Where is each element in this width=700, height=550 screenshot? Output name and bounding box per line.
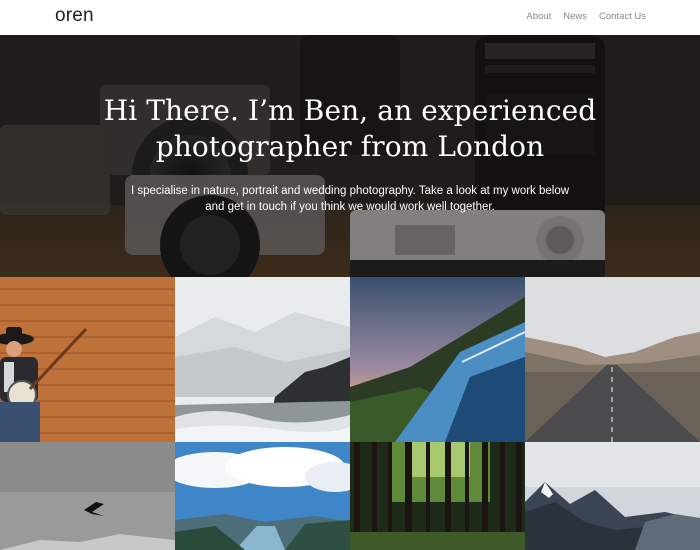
hero-banner: Hi There. I’m Ben, an experienced photog… [0, 35, 700, 277]
main-nav: About News Contact Us [526, 11, 646, 22]
banjo-player-photo [0, 277, 175, 442]
snowy-mountains-photo [525, 442, 700, 550]
pine-forest-photo [350, 442, 525, 550]
gallery-tile-snowy-mountains[interactable] [525, 442, 700, 550]
gallery-tile-banjo-player[interactable] [0, 277, 175, 442]
gallery-tile-pine-forest[interactable] [350, 442, 525, 550]
gallery-tile-fjord-valley[interactable] [175, 442, 350, 550]
misty-coast-photo [175, 277, 350, 442]
nav-link-about[interactable]: About [526, 11, 551, 22]
photo-gallery [0, 277, 700, 550]
hero-subtitle: I specialise in nature, portrait and wed… [120, 183, 580, 215]
sunset-road-photo [350, 277, 525, 442]
hero-title: Hi There. I’m Ben, an experienced photog… [0, 93, 700, 165]
gallery-tile-bird-in-fog[interactable] [0, 442, 175, 550]
nav-link-contact[interactable]: Contact Us [599, 11, 646, 22]
site-logo[interactable]: oren [55, 5, 94, 27]
bird-in-fog-photo [0, 442, 175, 550]
nav-link-news[interactable]: News [563, 11, 587, 22]
hero-subtitle-line-1: I specialise in nature, portrait and wed… [130, 185, 570, 197]
desert-highway-photo [525, 277, 700, 442]
fjord-valley-photo [175, 442, 350, 550]
gallery-tile-misty-coast[interactable] [175, 277, 350, 442]
hero-title-line-2: photographer from London [155, 130, 545, 163]
gallery-tile-desert-highway[interactable] [525, 277, 700, 442]
site-header: oren About News Contact Us [0, 0, 700, 35]
hero-subtitle-line-2: and get in touch if you think we would w… [205, 201, 495, 213]
hero-title-line-1: Hi There. I’m Ben, an experienced [103, 94, 597, 127]
gallery-tile-sunset-road[interactable] [350, 277, 525, 442]
